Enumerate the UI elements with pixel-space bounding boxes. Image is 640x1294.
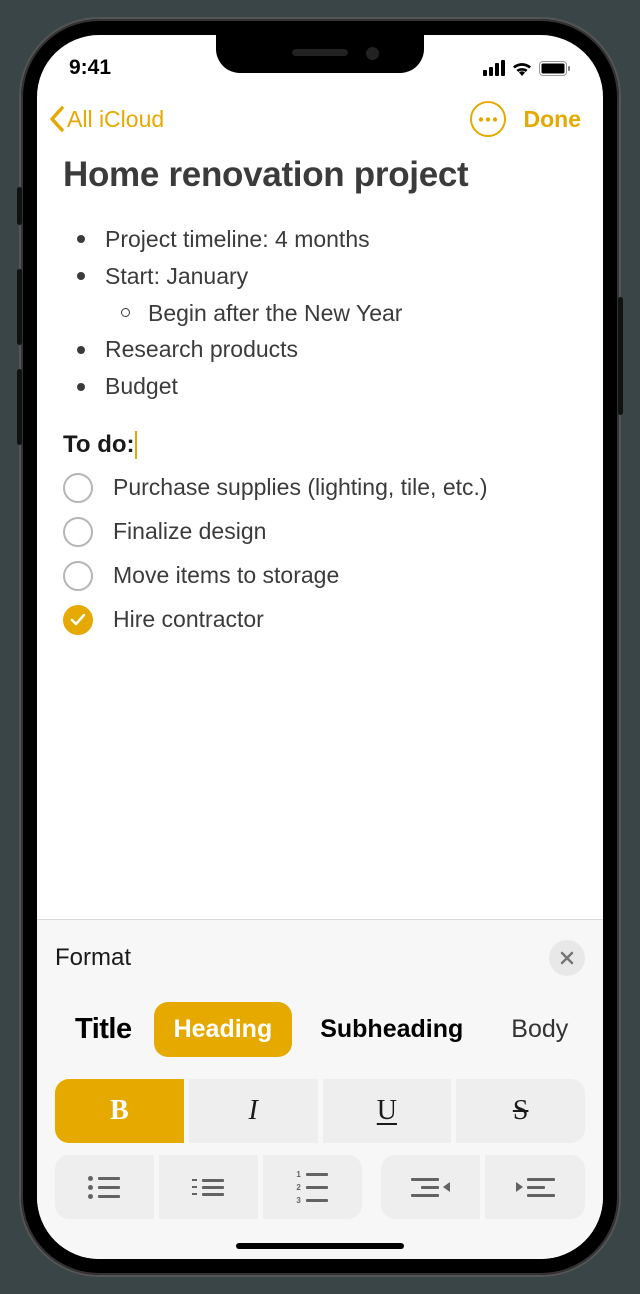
indent-button[interactable] xyxy=(485,1155,585,1219)
dash-list-icon xyxy=(192,1179,224,1196)
volume-down-button xyxy=(17,369,22,445)
note-editor[interactable]: Home renovation project Project timeline… xyxy=(37,151,603,653)
italic-button[interactable]: I xyxy=(189,1079,318,1143)
underline-button[interactable]: U xyxy=(323,1079,452,1143)
back-button[interactable]: All iCloud xyxy=(47,105,164,133)
note-title[interactable]: Home renovation project xyxy=(63,155,577,195)
outdent-button[interactable] xyxy=(381,1155,481,1219)
style-title-button[interactable]: Title xyxy=(61,1000,146,1059)
checkbox-unchecked[interactable] xyxy=(63,517,93,547)
checklist-item: Move items to storage xyxy=(63,561,577,591)
number-list-icon: 1 2 3 xyxy=(296,1170,328,1205)
style-body-button[interactable]: Body xyxy=(491,1002,585,1057)
close-icon xyxy=(560,951,574,965)
checkbox-checked[interactable] xyxy=(63,605,93,635)
outdent-icon xyxy=(411,1178,450,1197)
indent-icon xyxy=(516,1178,555,1197)
list-item: Budget xyxy=(77,368,577,405)
done-button[interactable]: Done xyxy=(524,106,582,133)
format-panel-title: Format xyxy=(55,944,131,972)
checkmark-icon xyxy=(70,614,86,626)
style-subheading-button[interactable]: Subheading xyxy=(300,1002,483,1057)
checklist-item: Purchase supplies (lighting, tile, etc.) xyxy=(63,473,577,503)
list-sub-item: Begin after the New Year xyxy=(77,295,577,332)
bold-button[interactable]: B xyxy=(55,1079,184,1143)
cellular-icon xyxy=(483,60,505,76)
list-item: Project timeline: 4 months xyxy=(77,221,577,258)
inline-format-row: B I U S xyxy=(55,1079,585,1143)
checkbox-unchecked[interactable] xyxy=(63,473,93,503)
dashed-list-button[interactable] xyxy=(159,1155,258,1219)
battery-icon xyxy=(539,61,571,76)
back-label: All iCloud xyxy=(67,106,164,133)
checkbox-unchecked[interactable] xyxy=(63,561,93,591)
nav-bar: All iCloud Done xyxy=(37,91,603,151)
numbered-list-button[interactable]: 1 2 3 xyxy=(263,1155,362,1219)
home-indicator[interactable] xyxy=(236,1243,404,1249)
note-heading[interactable]: To do: xyxy=(63,431,135,459)
format-panel: Format Title Heading Subheading Body B I… xyxy=(37,919,603,1259)
screen: 9:41 All iCloud Done xyxy=(37,35,603,1259)
text-styles-row: Title Heading Subheading Body xyxy=(55,1000,585,1059)
power-button xyxy=(618,297,623,415)
volume-up-button xyxy=(17,269,22,345)
checklist-item: Hire contractor xyxy=(63,605,577,635)
mute-switch xyxy=(17,187,22,225)
list-item: Research products xyxy=(77,331,577,368)
chevron-left-icon xyxy=(47,105,65,133)
status-time: 9:41 xyxy=(69,56,111,80)
bulleted-list-button[interactable] xyxy=(55,1155,154,1219)
notch xyxy=(216,35,424,73)
strikethrough-button[interactable]: S xyxy=(456,1079,585,1143)
wifi-icon xyxy=(511,60,533,76)
checklist-item: Finalize design xyxy=(63,517,577,547)
bullet-list-icon xyxy=(88,1176,120,1199)
checklist[interactable]: Purchase supplies (lighting, tile, etc.)… xyxy=(63,473,577,635)
list-item: Start: January xyxy=(77,258,577,295)
text-cursor xyxy=(135,431,137,459)
phone-frame: 9:41 All iCloud Done xyxy=(21,19,619,1275)
list-format-row: 1 2 3 xyxy=(55,1155,585,1219)
ellipsis-icon xyxy=(478,117,498,122)
style-heading-button[interactable]: Heading xyxy=(154,1002,293,1057)
close-button[interactable] xyxy=(549,940,585,976)
more-button[interactable] xyxy=(470,101,506,137)
bullet-list[interactable]: Project timeline: 4 months Start: Januar… xyxy=(63,221,577,405)
